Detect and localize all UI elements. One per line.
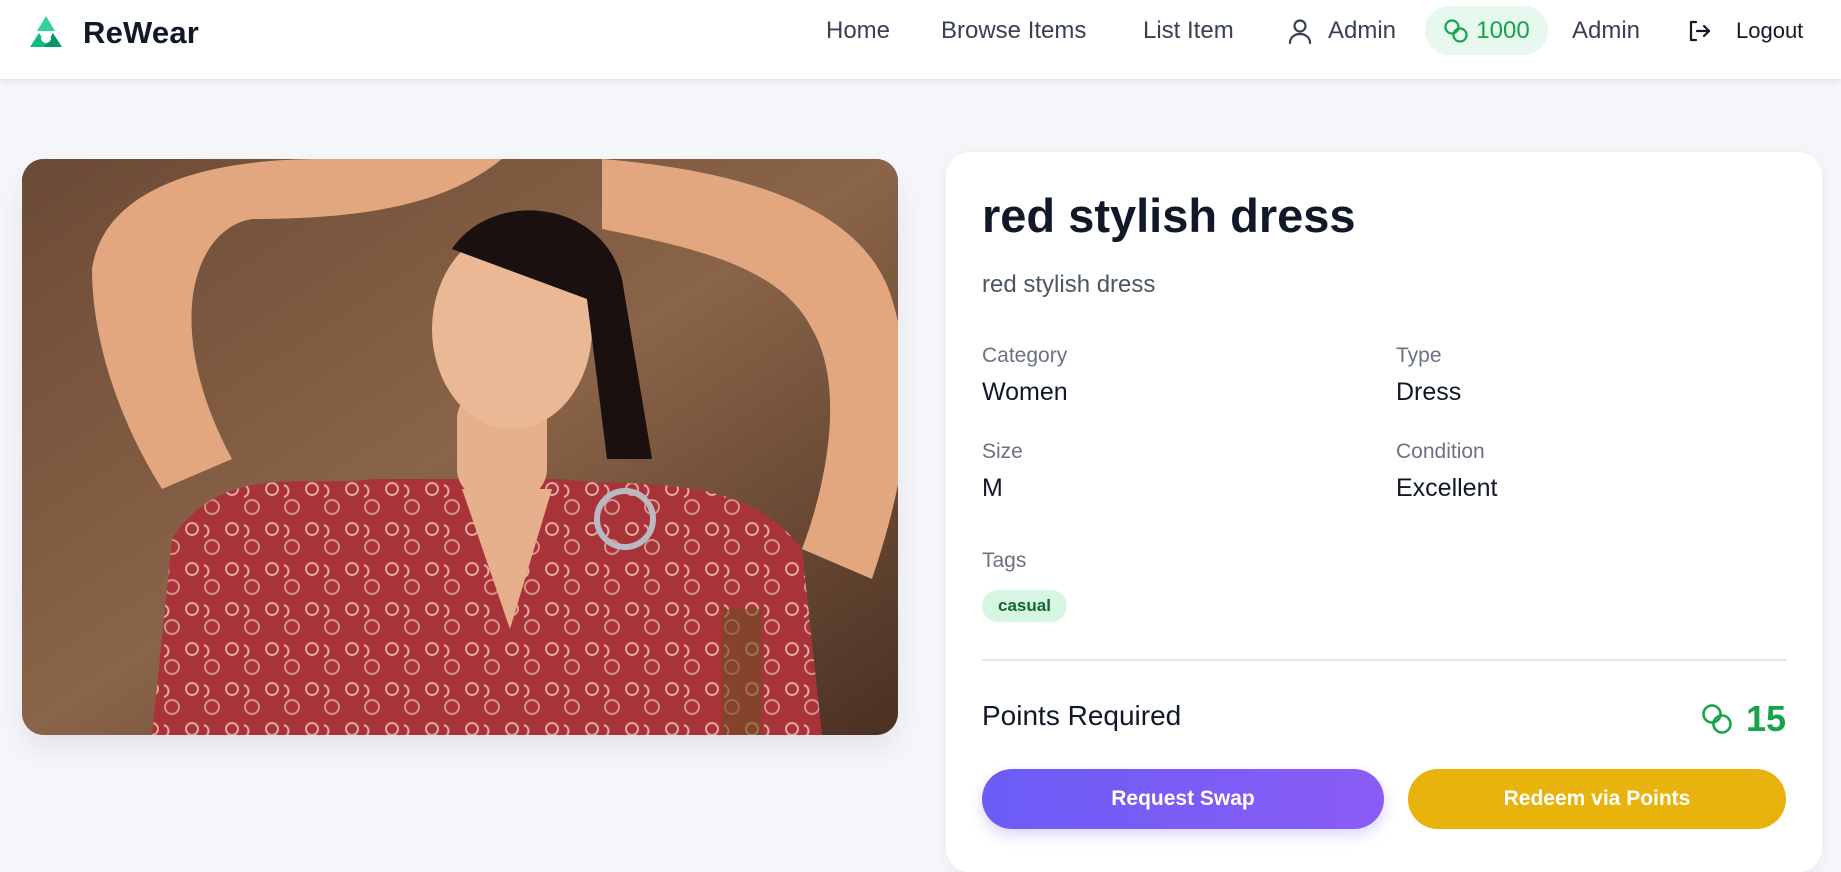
product-photo	[22, 159, 898, 735]
coins-icon	[1702, 704, 1732, 734]
logout-button[interactable]: Logout	[1686, 14, 1803, 48]
nav-browse-items-link[interactable]: Browse Items	[941, 14, 1086, 48]
nav-list-item-link[interactable]: List Item	[1143, 14, 1234, 48]
top-navbar: ReWear Home Browse Items List Item Admin…	[0, 0, 1841, 79]
points-required: 15	[1700, 698, 1786, 740]
divider	[982, 659, 1787, 661]
redeem-via-points-button[interactable]: Redeem via Points	[1408, 769, 1786, 829]
recycle-icon	[30, 16, 62, 47]
product-image	[22, 159, 898, 735]
type-label: Type	[1396, 344, 1442, 367]
user-name: Admin	[1328, 17, 1397, 44]
points-required-label: Points Required	[982, 700, 1182, 731]
logout-icon	[1689, 20, 1711, 42]
item-title: red stylish dress	[982, 189, 1356, 242]
request-swap-button[interactable]: Request Swap	[982, 769, 1384, 829]
points-required-value: 15	[1745, 698, 1786, 739]
coins-icon	[1444, 18, 1468, 43]
brand[interactable]: ReWear	[26, 13, 199, 53]
nav-home-link[interactable]: Home	[826, 14, 890, 48]
size-label: Size	[982, 440, 1023, 463]
user-profile-link[interactable]: Admin	[1286, 14, 1396, 48]
nav-admin-link[interactable]: Admin	[1572, 14, 1640, 48]
category-label: Category	[982, 344, 1068, 367]
item-description: red stylish dress	[982, 271, 1156, 298]
user-icon	[1288, 19, 1312, 45]
logout-label: Logout	[1736, 18, 1804, 43]
tags-label: Tags	[982, 549, 1027, 572]
condition-label: Condition	[1396, 440, 1485, 463]
points-balance-badge: 1000	[1425, 6, 1548, 55]
points-balance: 1000	[1476, 16, 1530, 44]
tag-badge: casual	[982, 590, 1067, 622]
item-detail-card: red stylish dress red stylish dress Cate…	[946, 152, 1822, 872]
size-value: M	[982, 474, 1003, 502]
type-value: Dress	[1396, 378, 1462, 406]
condition-value: Excellent	[1396, 474, 1498, 502]
category-value: Women	[982, 378, 1068, 406]
brand-name: ReWear	[83, 15, 200, 50]
